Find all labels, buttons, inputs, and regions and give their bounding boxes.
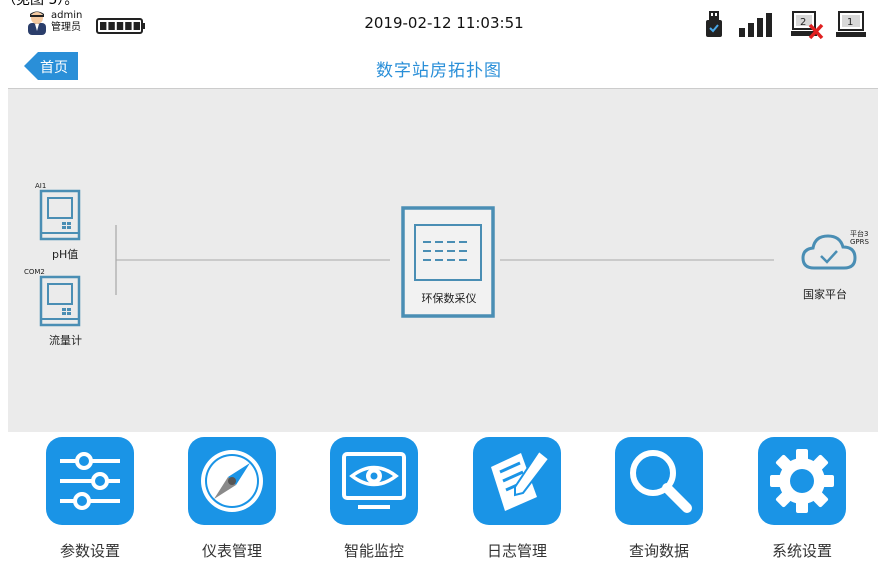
sliders-icon	[46, 437, 134, 525]
battery-cell	[125, 22, 132, 30]
tab-instrument-management[interactable]: 仪表管理	[176, 437, 276, 560]
topology-canvas: AI1 pH值 COM2 流量计 环保数采仪 平台3 GPRS 国家平台	[8, 88, 878, 433]
user-name: admin	[51, 10, 83, 21]
battery-cell	[133, 22, 140, 30]
title-bar: 首页 数字站房拓扑图	[0, 44, 878, 88]
platform-name: 国家平台	[803, 288, 847, 301]
top-cropped-text: （见图 5）。	[0, 0, 878, 8]
magnifier-icon	[615, 437, 703, 525]
page-title: 数字站房拓扑图	[376, 61, 502, 81]
tab-label: 智能监控	[343, 542, 404, 560]
usb-drive-icon	[706, 11, 722, 37]
tab-label: 参数设置	[59, 542, 120, 560]
collector-name: 环保数采仪	[421, 292, 477, 305]
tab-label: 日志管理	[486, 542, 547, 560]
cloud-platform-icon[interactable]	[800, 230, 858, 276]
network-1-icon: 1	[836, 11, 866, 37]
status-bar: admin 管理员 2019-02-12 11:03:51 2 1	[0, 8, 878, 40]
datetime: 2019-02-12 11:03:51	[364, 14, 524, 32]
svg-text:2: 2	[800, 17, 806, 28]
device-name-label: 流量计	[49, 334, 82, 347]
tab-log-management[interactable]: 日志管理	[461, 437, 561, 560]
eye-monitor-icon	[330, 437, 418, 525]
tab-smart-monitoring[interactable]: 智能监控	[318, 437, 418, 560]
tab-label: 查询数据	[628, 542, 689, 560]
tab-query-data[interactable]: 查询数据	[603, 437, 703, 560]
home-button[interactable]: 首页	[24, 52, 78, 80]
user-avatar-icon	[28, 11, 46, 35]
notepad-pen-icon	[473, 437, 561, 525]
user-info[interactable]: admin 管理员	[26, 9, 82, 35]
network-2-disconnected-icon: 2	[791, 11, 824, 40]
battery-cell	[100, 22, 107, 30]
svg-text:1: 1	[847, 17, 853, 28]
home-button-label: 首页	[40, 60, 68, 76]
user-role: 管理员	[51, 22, 81, 33]
compass-icon	[188, 437, 276, 525]
device-ph-icon[interactable]	[39, 189, 83, 243]
device-flowmeter-icon[interactable]	[39, 275, 83, 329]
top-fragment-text: （见图 5）。	[2, 0, 79, 8]
bottom-nav: 参数设置 仪表管理 智能监控 日志管理 查询数据 系统设置	[0, 432, 878, 560]
battery-cell	[108, 22, 115, 30]
gear-icon	[758, 437, 846, 525]
tab-system-settings[interactable]: 系统设置	[746, 437, 846, 560]
tab-label: 系统设置	[771, 542, 832, 560]
battery-icon	[96, 18, 145, 34]
battery-cell	[116, 22, 124, 30]
device-name-label: pH值	[52, 248, 79, 261]
signal-strength-icon	[739, 13, 772, 37]
tab-parameter-settings[interactable]: 参数设置	[34, 437, 134, 560]
tab-label: 仪表管理	[201, 542, 262, 560]
